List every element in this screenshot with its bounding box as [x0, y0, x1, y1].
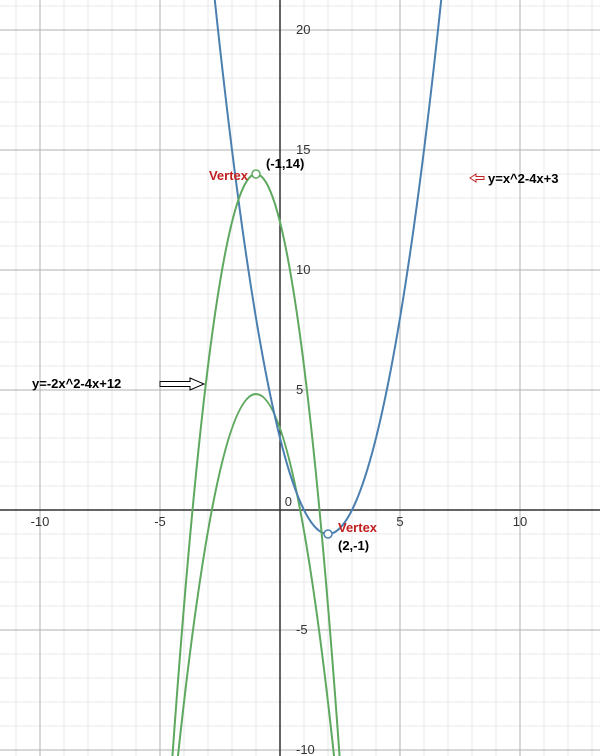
- chart-container: -10 -5 0 5 10 20 15 10 5 -5 -10 Vertex (…: [0, 0, 600, 756]
- tick-y10: 10: [296, 262, 310, 277]
- label-vertex1: Vertex: [209, 168, 249, 183]
- tick-xm10: -10: [31, 514, 50, 529]
- tick-y20: 20: [296, 22, 310, 37]
- tick-ym10: -10: [296, 742, 315, 756]
- tick-y15: 15: [296, 142, 310, 157]
- label-vertex2-coord: (2,-1): [338, 538, 369, 553]
- tick-x5: 5: [396, 514, 403, 529]
- label-vertex1-coord: (-1,14): [266, 156, 304, 171]
- tick-xm5: -5: [154, 514, 166, 529]
- label-vertex2: Vertex: [338, 520, 378, 535]
- label-eq-green: y=-2x^2-4x+12: [32, 376, 121, 391]
- tick-y5: 5: [296, 382, 303, 397]
- tick-ym5: -5: [296, 622, 308, 637]
- tick-x10: 10: [513, 514, 527, 529]
- vertex-marker-blue: [324, 530, 332, 538]
- chart-svg: -10 -5 0 5 10 20 15 10 5 -5 -10 Vertex (…: [0, 0, 600, 756]
- vertex-marker-green: [252, 170, 260, 178]
- arrow-outline-icon: [160, 378, 204, 390]
- annotations: Vertex (-1,14) Vertex (2,-1) y=x^2-4x+3 …: [32, 156, 558, 553]
- label-eq-blue: y=x^2-4x+3: [488, 171, 558, 186]
- tick-x0: 0: [285, 494, 292, 509]
